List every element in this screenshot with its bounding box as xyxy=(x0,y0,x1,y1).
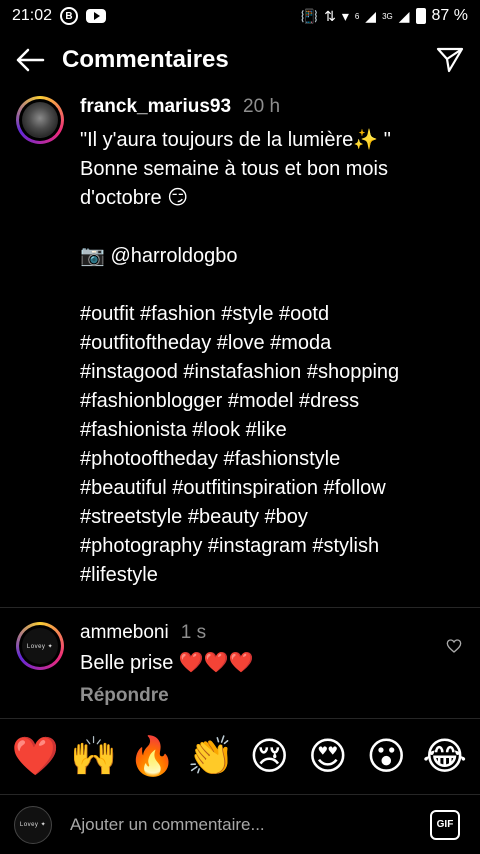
caption-hashtags[interactable]: #photography #instagram #stylish xyxy=(80,532,468,561)
signal-icon-2: ◢ xyxy=(398,7,410,24)
emoji-surprised-face[interactable]: 😮 xyxy=(361,738,411,776)
comment-text: Belle prise ❤️❤️❤️ xyxy=(80,652,254,674)
emoji-tears-of-joy[interactable]: 😂 xyxy=(420,738,470,776)
wifi-icon: ▾ xyxy=(341,7,349,24)
caption-hashtags[interactable]: #photooftheday #fashionstyle xyxy=(80,445,468,474)
post-caption: franck_marius93 20 h "Il y'aura toujours… xyxy=(0,92,480,608)
comment-time: 1 s xyxy=(180,622,207,643)
emoji-fire[interactable]: 🔥 xyxy=(127,738,177,776)
caption-hashtags[interactable]: #lifestyle xyxy=(80,561,468,590)
page-title: Commentaires xyxy=(62,46,229,73)
caption-hashtags[interactable]: #outfit #fashion #style #ootd xyxy=(80,300,468,329)
battery-level: 87 % xyxy=(431,7,468,24)
gif-button[interactable]: GIF xyxy=(430,809,460,840)
status-time: 21:02 xyxy=(12,7,53,24)
reply-button[interactable]: Répondre xyxy=(80,685,440,707)
comment-item: Lovey ✦ ammeboni 1 s Belle prise ❤️❤️❤️ … xyxy=(0,618,480,718)
caption-line-mention[interactable]: 📷 @harroldogbo xyxy=(80,242,468,271)
caption-line: d'octobre 😏 xyxy=(80,187,189,209)
paper-plane-icon xyxy=(436,47,464,73)
caption-time: 20 h xyxy=(243,96,281,117)
caption-text: "Il y'aura toujours de la lumière✨ " Bon… xyxy=(80,126,468,590)
divider xyxy=(0,607,480,608)
emoji-crying-face[interactable]: 😢 xyxy=(244,738,294,776)
b-notification-icon: B xyxy=(60,7,79,25)
caption-line: "Il y'aura toujours de la lumière✨ " xyxy=(80,129,391,151)
caption-hashtags[interactable]: #instagood #instafashion #shopping xyxy=(80,358,468,387)
current-user-avatar: Lovey ✦ xyxy=(14,805,52,844)
data-transfer-icon: ⇅ xyxy=(324,7,336,24)
arrow-left-icon xyxy=(16,48,45,72)
caption-hashtags[interactable]: #fashionista #look #like xyxy=(80,416,468,445)
youtube-notification-icon xyxy=(86,9,107,23)
avatar-photo xyxy=(22,102,58,138)
emoji-raised-hands[interactable]: 🙌 xyxy=(69,738,119,776)
emoji-heart-eyes[interactable]: 😍 xyxy=(303,738,353,776)
signal-badge: 6 xyxy=(354,11,360,21)
like-heart-icon[interactable] xyxy=(446,638,462,654)
caption-hashtags[interactable]: #fashionblogger #model #dress xyxy=(80,387,468,416)
share-button[interactable] xyxy=(434,44,466,76)
caption-body: franck_marius93 20 h "Il y'aura toujours… xyxy=(80,96,468,590)
back-button[interactable] xyxy=(14,44,46,76)
caption-hashtags[interactable]: #beautiful #outfitinspiration #follow xyxy=(80,474,468,503)
avatar-logo: Lovey ✦ xyxy=(22,628,58,664)
emoji-reaction-bar: ❤️ 🙌 🔥 👏 😢 😍 😮 😂 xyxy=(0,718,480,794)
comments-header: Commentaires xyxy=(0,36,480,84)
status-right: 📳 ⇅ ▾ 6 ◢ 3G ◢ 87 % xyxy=(301,7,468,25)
status-bar: 21:02 B 📳 ⇅ ▾ 6 ◢ 3G ◢ 87 % xyxy=(0,0,480,32)
caption-hashtags[interactable]: #outfitoftheday #love #moda xyxy=(80,329,468,358)
comment-username[interactable]: ammeboni xyxy=(80,622,169,644)
network-badge: 3G xyxy=(382,11,393,21)
comment-input-bar: Lovey ✦ GIF xyxy=(0,794,480,854)
comment-body: ammeboni 1 s Belle prise ❤️❤️❤️ Répondre xyxy=(80,622,440,707)
emoji-clapping-hands[interactable]: 👏 xyxy=(186,738,236,776)
caption-avatar[interactable] xyxy=(16,96,64,144)
status-left: 21:02 B xyxy=(12,7,107,25)
vibrate-icon: 📳 xyxy=(300,7,319,24)
comment-input[interactable] xyxy=(68,813,430,836)
caption-line: Bonne semaine à tous et bon mois xyxy=(80,158,388,180)
battery-icon xyxy=(415,8,426,24)
caption-hashtags[interactable]: #streetstyle #beauty #boy xyxy=(80,503,468,532)
caption-username[interactable]: franck_marius93 xyxy=(80,96,231,118)
comment-avatar[interactable]: Lovey ✦ xyxy=(16,622,64,670)
emoji-red-heart[interactable]: ❤️ xyxy=(10,738,60,776)
signal-icon: ◢ xyxy=(365,7,377,24)
